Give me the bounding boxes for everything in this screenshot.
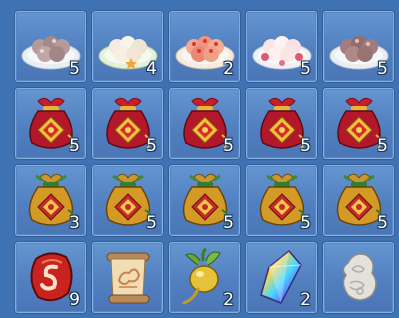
inventory-slot[interactable]: 5: [323, 88, 394, 159]
inventory-slot[interactable]: 5: [169, 165, 240, 236]
item-count: 2: [223, 59, 234, 79]
item-count: 5: [300, 59, 311, 79]
item-count: 5: [377, 136, 388, 156]
inventory-slot[interactable]: 3: [15, 165, 86, 236]
inventory-slot[interactable]: 5: [15, 11, 86, 82]
inventory-slot[interactable]: 2: [246, 242, 317, 313]
item-count: 5: [69, 136, 80, 156]
item-count: 5: [223, 136, 234, 156]
item-count: 5: [377, 213, 388, 233]
item-count: 4: [146, 59, 157, 79]
inventory-slot[interactable]: 9: [15, 242, 86, 313]
jade-carving-icon: [342, 253, 377, 301]
item-count: 3: [69, 213, 80, 233]
inventory-slot[interactable]: 2: [169, 242, 240, 313]
inventory-slot[interactable]: 5: [92, 165, 163, 236]
inventory-slot[interactable]: 5: [169, 88, 240, 159]
scroll-icon: [106, 252, 150, 304]
inventory-slot[interactable]: [323, 242, 394, 313]
item-count: 5: [377, 59, 388, 79]
item-count: 5: [146, 213, 157, 233]
item-count: 5: [69, 59, 80, 79]
item-count: 5: [223, 213, 234, 233]
item-count: 9: [69, 290, 80, 310]
item-count: 5: [300, 213, 311, 233]
inventory-slot[interactable]: 4: [92, 11, 163, 82]
inventory-slot[interactable]: 2: [169, 11, 240, 82]
item-count: 5: [146, 136, 157, 156]
item-count: 2: [300, 290, 311, 310]
item-count: 2: [223, 290, 234, 310]
item-count: 5: [300, 136, 311, 156]
inventory-slot[interactable]: [92, 242, 163, 313]
inventory-slot[interactable]: 5: [323, 165, 394, 236]
inventory-grid: 5 4 2 5 5 5 5 5 5 5 3 5 5 5 5 9 2 2: [0, 0, 399, 318]
inventory-slot[interactable]: 5: [246, 11, 317, 82]
inventory-slot[interactable]: 5: [246, 165, 317, 236]
inventory-slot[interactable]: 5: [92, 88, 163, 159]
inventory-slot[interactable]: 5: [15, 88, 86, 159]
inventory-slot[interactable]: 5: [246, 88, 317, 159]
inventory-slot[interactable]: 5: [323, 11, 394, 82]
